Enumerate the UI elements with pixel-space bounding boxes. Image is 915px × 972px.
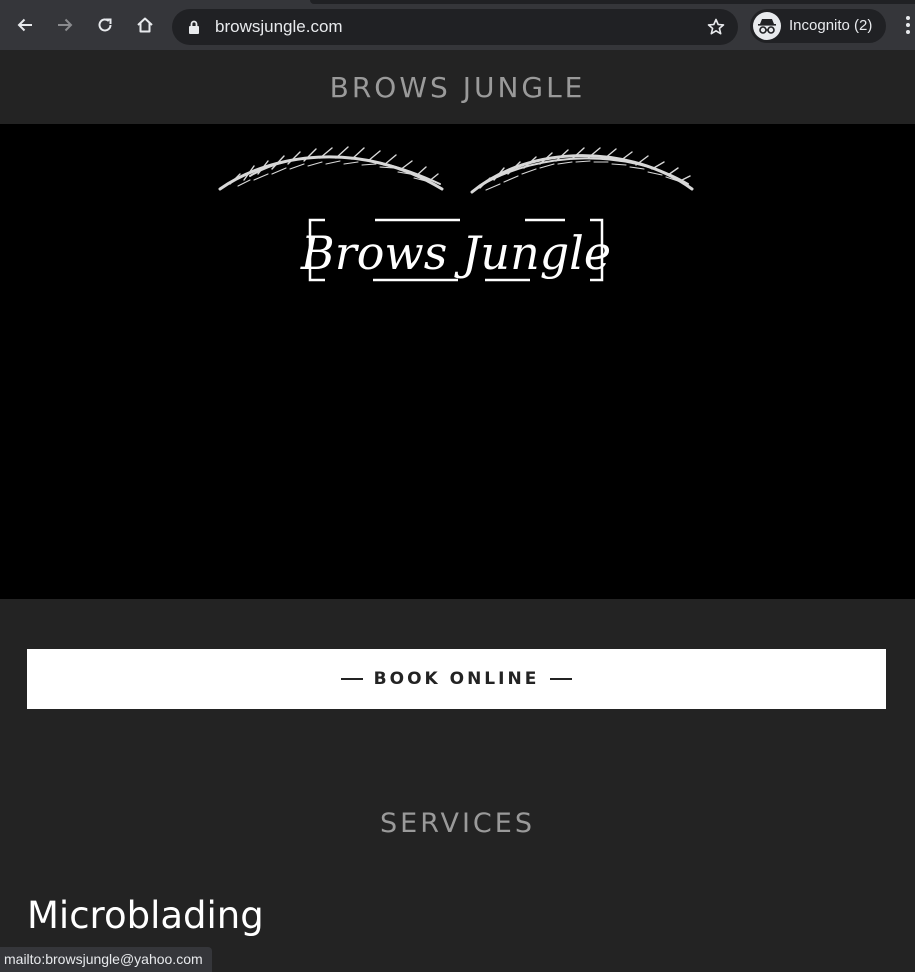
- browser-menu-button[interactable]: [898, 13, 915, 39]
- logo-script-text: Brows Jungle: [300, 226, 611, 280]
- link-status-bar: mailto:browsjungle@yahoo.com: [0, 947, 212, 972]
- back-button[interactable]: [10, 10, 40, 40]
- lock-icon[interactable]: [187, 19, 201, 35]
- url-text[interactable]: browsjungle.com: [215, 17, 343, 37]
- decorative-line-right: [550, 678, 573, 680]
- menu-dot: [906, 16, 910, 20]
- reload-button[interactable]: [90, 10, 120, 40]
- forward-arrow-icon: [58, 18, 73, 32]
- brows-jungle-logo[interactable]: Brows Jungle: [210, 134, 705, 304]
- incognito-label: Incognito (2): [789, 17, 873, 34]
- browser-toolbar: browsjungle.com Incognito (2): [0, 0, 915, 50]
- bookmark-star-icon[interactable]: [706, 17, 726, 37]
- site-title[interactable]: BROWS JUNGLE: [330, 71, 586, 104]
- reload-icon: [98, 18, 112, 32]
- decorative-line-left: [340, 678, 363, 680]
- menu-dot: [906, 23, 910, 27]
- site-header: BROWS JUNGLE: [0, 50, 915, 124]
- left-eyebrow-graphic: [218, 146, 444, 191]
- hero-banner: Brows Jungle: [0, 124, 915, 599]
- services-heading: SERVICES: [380, 808, 535, 839]
- forward-button[interactable]: [50, 10, 80, 40]
- menu-dot: [906, 30, 910, 34]
- tab-strip-edge: [310, 0, 915, 4]
- book-online-button[interactable]: BOOK ONLINE: [27, 649, 886, 709]
- service-title-microblading: Microblading: [27, 894, 264, 937]
- home-button[interactable]: [130, 10, 160, 40]
- incognito-profile-button[interactable]: Incognito (2): [750, 9, 886, 43]
- incognito-icon: [753, 12, 781, 40]
- book-online-label: BOOK ONLINE: [373, 669, 540, 689]
- back-arrow-icon: [17, 18, 32, 32]
- right-eyebrow-graphic: [470, 147, 694, 194]
- home-icon: [137, 17, 153, 33]
- address-bar[interactable]: browsjungle.com: [172, 9, 738, 45]
